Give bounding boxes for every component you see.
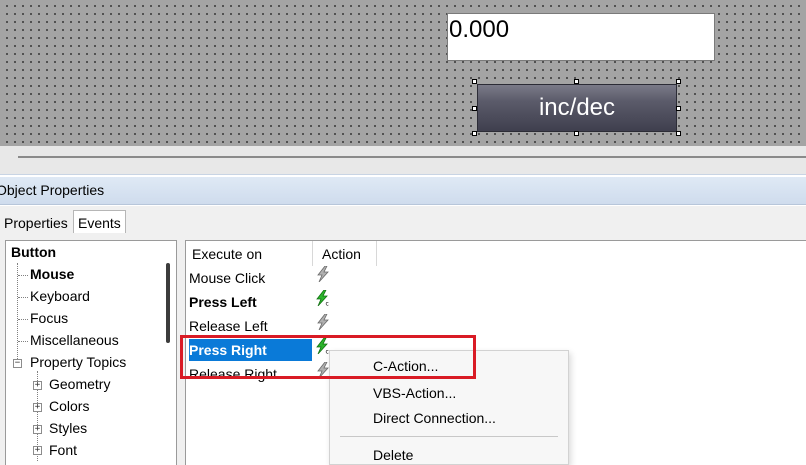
inc-dec-button-label: inc/dec (538, 94, 616, 121)
selection-handle-top-left[interactable] (472, 79, 477, 84)
menu-item-vbs-action[interactable]: VBS-Action... (373, 385, 456, 401)
annotation-highlight-box (180, 335, 476, 379)
selection-handle-bottom-left[interactable] (472, 131, 477, 136)
event-row-release-left[interactable]: Release Left (189, 315, 268, 337)
collapse-icon[interactable]: − (13, 359, 22, 368)
selection-handle-bottom-center[interactable] (574, 131, 579, 136)
tree-connector (17, 263, 18, 363)
expand-icon[interactable]: + (33, 425, 42, 434)
tree-item-geometry[interactable]: Geometry (49, 376, 110, 392)
tree-item-colors[interactable]: Colors (49, 398, 89, 414)
column-header-action[interactable]: Action (322, 241, 377, 266)
panel-title: Object Properties (0, 182, 105, 198)
tree-item-keyboard[interactable]: Keyboard (30, 288, 90, 304)
tree-item-button[interactable]: Button (11, 244, 56, 260)
divider (0, 174, 806, 175)
tree-connector (18, 341, 28, 342)
event-row-mouse-click[interactable]: Mouse Click (189, 267, 265, 289)
menu-item-direct-connection[interactable]: Direct Connection... (373, 410, 496, 426)
expand-icon[interactable]: + (33, 403, 42, 412)
value-io-field[interactable]: 0.000 (447, 13, 715, 61)
event-row-press-left[interactable]: Press Left (189, 291, 257, 313)
tree-connector (18, 275, 28, 276)
expand-icon[interactable]: + (33, 446, 42, 455)
lightning-gray-icon[interactable] (316, 266, 330, 282)
selection-handle-top-center[interactable] (574, 79, 579, 84)
inc-dec-button[interactable]: inc/dec (477, 84, 677, 132)
tree-item-focus[interactable]: Focus (30, 310, 68, 326)
tab-events[interactable]: Events (73, 210, 126, 234)
svg-text:c: c (326, 301, 329, 307)
tree-item-font[interactable]: Font (49, 442, 77, 458)
selection-handle-top-right[interactable] (676, 79, 681, 84)
menu-item-delete[interactable]: Delete (373, 447, 413, 463)
tree-item-property-topics[interactable]: Property Topics (30, 354, 126, 370)
tree-item-miscellaneous[interactable]: Miscellaneous (30, 332, 119, 348)
menu-separator (340, 436, 558, 437)
selection-handle-bottom-right[interactable] (676, 131, 681, 136)
tree-item-mouse[interactable]: Mouse (30, 266, 74, 282)
tree-connector (18, 297, 28, 298)
tab-bar: Properties Events (0, 206, 806, 234)
expand-icon[interactable]: + (33, 381, 42, 390)
lightning-gray-icon[interactable] (316, 314, 330, 330)
selection-handle-middle-left[interactable] (472, 106, 477, 111)
horizontal-scrollbar[interactable] (18, 156, 806, 158)
column-header-execute-on[interactable]: Execute on (192, 241, 313, 266)
lightning-green-c-icon[interactable]: c (316, 290, 330, 306)
panel-title-bar: Object Properties (0, 177, 806, 205)
tree-scrollbar-thumb[interactable] (166, 263, 170, 343)
tree-item-styles[interactable]: Styles (49, 420, 87, 436)
tree-connector (18, 319, 28, 320)
selection-handle-middle-right[interactable] (676, 106, 681, 111)
tab-properties[interactable]: Properties (0, 213, 72, 234)
horizontal-scroll-area (0, 146, 806, 174)
